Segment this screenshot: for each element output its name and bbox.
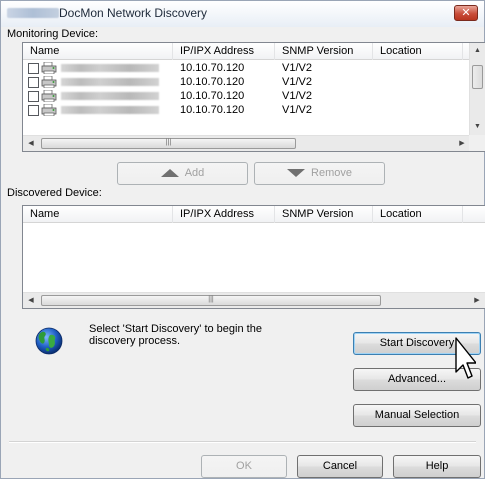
ok-button[interactable]: OK xyxy=(201,455,287,478)
monitoring-list-header: Name IP/IPX Address SNMP Version Locatio… xyxy=(23,43,470,60)
snmp-cell: V1/V2 xyxy=(282,76,312,88)
column-header-ip[interactable]: IP/IPX Address xyxy=(173,43,275,60)
globe-icon xyxy=(34,326,64,356)
ip-cell: 10.10.70.120 xyxy=(180,104,245,116)
monitoring-list-body: 10.10.70.120 V1/V2 10.10.70.120 V1/V2 10… xyxy=(23,61,470,117)
close-button[interactable]: ✕ xyxy=(454,5,478,21)
row-checkbox[interactable] xyxy=(28,104,39,116)
scroll-thumb[interactable]: ||| xyxy=(41,295,381,306)
printer-icon xyxy=(41,90,57,102)
monitoring-device-label: Monitoring Device: xyxy=(7,28,99,40)
ip-cell: 10.10.70.120 xyxy=(180,90,245,102)
printer-icon xyxy=(41,62,57,74)
separator xyxy=(9,441,476,443)
scroll-thumb[interactable] xyxy=(472,65,483,89)
row-checkbox[interactable] xyxy=(28,62,39,74)
remove-button-label: Remove xyxy=(311,167,352,179)
column-header-location[interactable]: Location xyxy=(373,43,463,60)
table-row[interactable]: 10.10.70.120 V1/V2 xyxy=(23,75,470,89)
column-header-location[interactable]: Location xyxy=(373,206,463,223)
device-name-redacted xyxy=(61,106,159,114)
printer-icon xyxy=(41,104,57,116)
column-header-snmp[interactable]: SNMP Version xyxy=(275,206,373,223)
remove-button[interactable]: Remove xyxy=(254,162,385,185)
column-header-name[interactable]: Name xyxy=(23,206,173,223)
scroll-down-icon[interactable]: ▼ xyxy=(470,119,485,135)
monitoring-vertical-scrollbar[interactable]: ▲ ▼ xyxy=(469,43,485,135)
info-line-2: discovery process. xyxy=(89,335,181,347)
device-name-redacted xyxy=(61,64,159,72)
arrow-up-icon xyxy=(160,169,179,178)
title-prefix-redacted xyxy=(7,8,59,18)
add-button[interactable]: Add xyxy=(117,162,248,185)
manual-selection-button[interactable]: Manual Selection xyxy=(353,404,481,427)
ip-cell: 10.10.70.120 xyxy=(180,62,245,74)
scroll-up-icon[interactable]: ▲ xyxy=(470,43,485,59)
row-checkbox[interactable] xyxy=(28,76,39,88)
title-bar: DocMon Network Discovery ✕ xyxy=(1,1,484,27)
snmp-cell: V1/V2 xyxy=(282,104,312,116)
column-header-ip[interactable]: IP/IPX Address xyxy=(173,206,275,223)
info-message: Select 'Start Discovery' to begin the di… xyxy=(89,323,289,347)
discovered-device-list[interactable]: Name IP/IPX Address SNMP Version Locatio… xyxy=(22,205,485,309)
printer-icon xyxy=(41,76,57,88)
scroll-right-icon[interactable]: ▶ xyxy=(454,136,470,151)
cancel-button[interactable]: Cancel xyxy=(297,455,383,478)
discovered-device-label: Discovered Device: xyxy=(7,187,102,199)
scroll-left-icon[interactable]: ◀ xyxy=(23,293,39,308)
window-title: DocMon Network Discovery xyxy=(59,6,208,20)
monitoring-horizontal-scrollbar[interactable]: ◀ ||| ▶ xyxy=(23,135,470,151)
network-discovery-dialog: DocMon Network Discovery ✕ Monitoring De… xyxy=(0,0,485,479)
arrow-down-icon xyxy=(287,169,306,178)
column-header-snmp[interactable]: SNMP Version xyxy=(275,43,373,60)
snmp-cell: V1/V2 xyxy=(282,90,312,102)
device-name-redacted xyxy=(61,92,159,100)
scroll-right-icon[interactable]: ▶ xyxy=(469,293,485,308)
mouse-pointer-icon xyxy=(454,336,477,384)
ip-cell: 10.10.70.120 xyxy=(180,76,245,88)
monitoring-device-list[interactable]: Name IP/IPX Address SNMP Version Locatio… xyxy=(22,42,485,152)
table-row[interactable]: 10.10.70.120 V1/V2 xyxy=(23,61,470,75)
discovered-horizontal-scrollbar[interactable]: ◀ ||| ▶ xyxy=(23,292,485,308)
device-name-redacted xyxy=(61,78,159,86)
scroll-corner xyxy=(469,135,485,151)
row-checkbox[interactable] xyxy=(28,90,39,102)
add-button-label: Add xyxy=(184,167,205,179)
snmp-cell: V1/V2 xyxy=(282,62,312,74)
table-row[interactable]: 10.10.70.120 V1/V2 xyxy=(23,89,470,103)
column-header-name[interactable]: Name xyxy=(23,43,173,60)
table-row[interactable]: 10.10.70.120 V1/V2 xyxy=(23,103,470,117)
info-line-1: Select 'Start Discovery' to begin the xyxy=(89,323,262,335)
help-button[interactable]: Help xyxy=(393,455,481,478)
discovered-list-header: Name IP/IPX Address SNMP Version Locatio… xyxy=(23,206,485,223)
scroll-thumb[interactable]: ||| xyxy=(41,138,296,149)
scroll-left-icon[interactable]: ◀ xyxy=(23,136,39,151)
